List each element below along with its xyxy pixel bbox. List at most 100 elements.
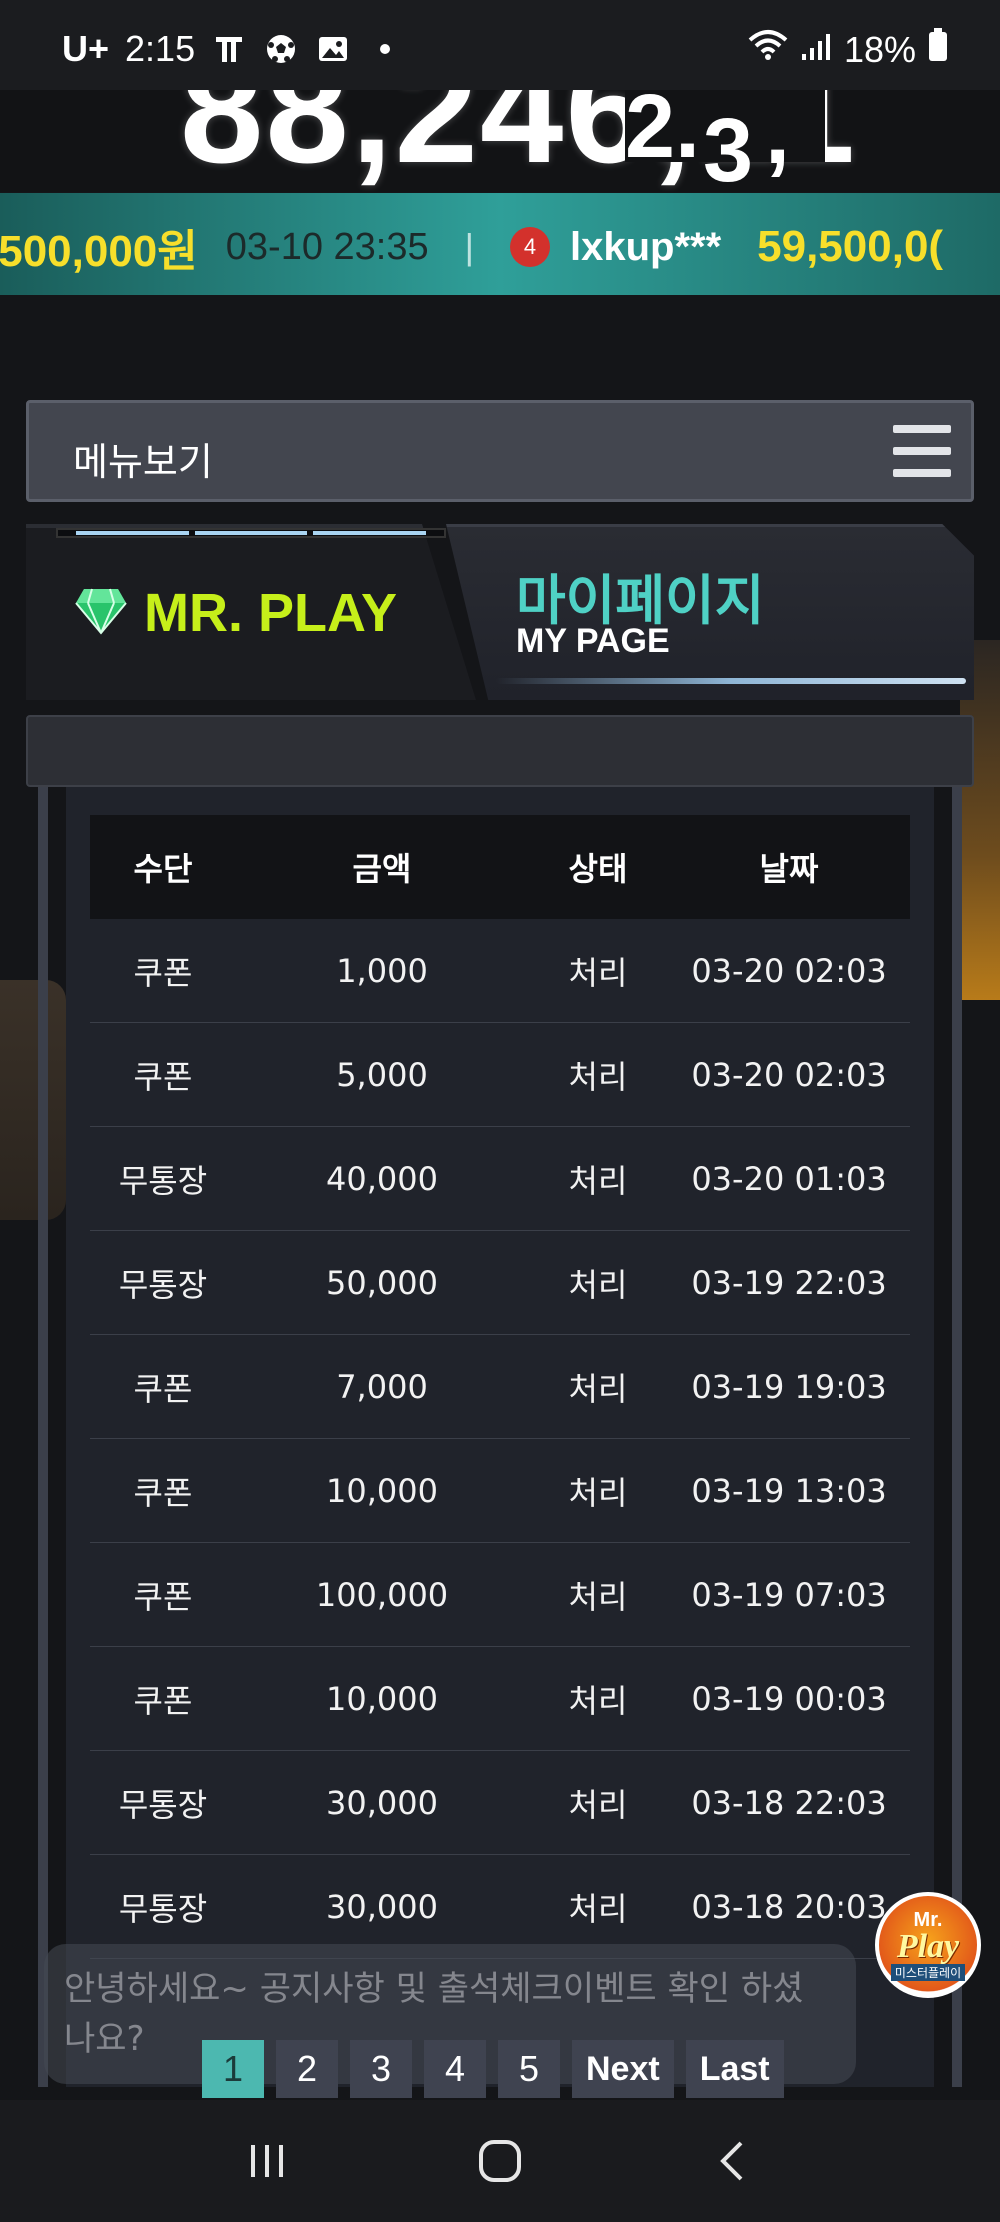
next-page-button[interactable]: Next	[572, 2040, 674, 2098]
table-row: 쿠폰 100,000 처리 03-19 07:03	[90, 1543, 910, 1647]
app-screen: U+ 2:15 18% 88,246,11 2. 3 , ,500,000원 0…	[0, 0, 1000, 2222]
light-strip	[56, 528, 446, 538]
table-body: 쿠폰 1,000 처리 03-20 02:03 쿠폰 5,000 처리 03-20 02:03…	[90, 919, 910, 1959]
cell-date: 03-19 13:03	[691, 1471, 887, 1510]
page-button-3[interactable]: 3	[350, 2040, 412, 2098]
frame-rail-right	[952, 787, 962, 2087]
cell-status: 처리	[568, 1681, 628, 1720]
cell-status: 처리	[568, 953, 628, 992]
background-figure	[0, 980, 66, 1220]
table-row: 무통장 50,000 처리 03-19 22:03	[90, 1231, 910, 1335]
brand-name: MR. PLAY	[144, 583, 398, 643]
page-button-2[interactable]: 2	[276, 2040, 338, 2098]
cell-status: 처리	[568, 1577, 628, 1616]
badge-text: 미스터플레이	[890, 1964, 966, 1981]
cell-amount: 5,000	[336, 1055, 428, 1094]
mr-play-floating-button[interactable]: Mr. Play 미스터플레이	[875, 1892, 981, 1998]
table-row: 쿠폰 10,000 처리 03-19 00:03	[90, 1647, 910, 1751]
menu-bar[interactable]: 메뉴보기	[26, 400, 974, 502]
page-header: MR. PLAY 마이페이지 MY PAGE	[26, 518, 974, 700]
soccer-ball-icon	[263, 31, 299, 67]
history-table: 수단 금액 상태 날짜 쿠폰 1,000 처리 03-20 02:03 쿠폰 5,000 처…	[90, 815, 910, 1959]
cell-amount: 7,000	[336, 1367, 428, 1406]
content-frame-top	[26, 715, 974, 787]
cell-status: 처리	[568, 1473, 628, 1512]
menu-label: 메뉴보기	[73, 440, 213, 484]
table-row: 쿠폰 1,000 처리 03-20 02:03	[90, 919, 910, 1023]
cell-date: 03-19 00:03	[691, 1679, 887, 1718]
cell-amount: 40,000	[326, 1159, 438, 1198]
last-page-button[interactable]: Last	[685, 2040, 784, 2098]
cell-date: 03-18 20:03	[691, 1887, 887, 1926]
status-bar: U+ 2:15 18%	[0, 0, 1000, 90]
cell-method: 쿠폰	[133, 1681, 193, 1720]
table-row: 쿠폰 5,000 처리 03-20 02:03	[90, 1023, 910, 1127]
cell-status: 처리	[568, 1369, 628, 1408]
table-row: 무통장 30,000 처리 03-18 22:03	[90, 1751, 910, 1855]
cell-amount: 10,000	[326, 1471, 438, 1510]
badge-text: Play	[896, 1928, 960, 1965]
dot-icon	[367, 31, 403, 67]
ticker-row: ,500,000원 03-10 23:35 | 4 lxkup*** 59,50…	[0, 215, 943, 279]
jackpot-rolling-digits: 2. 3 ,	[625, 82, 825, 192]
column-header-status: 상태	[568, 850, 628, 888]
page-button-1[interactable]: 1	[202, 2040, 264, 2098]
jackpot-digit: 2.	[625, 82, 701, 177]
page-button-5[interactable]: 5	[498, 2040, 560, 2098]
chat-message-line: 안녕하세요~ 공지사항 및 출석체크이벤트 확인 하셨	[64, 1969, 804, 2009]
cell-status: 처리	[568, 1161, 628, 1200]
t-icon	[211, 31, 247, 67]
cell-method: 쿠폰	[133, 1577, 193, 1616]
back-icon[interactable]	[693, 2121, 773, 2201]
cell-status: 처리	[568, 1057, 628, 1096]
cell-amount: 30,000	[326, 1887, 438, 1926]
ticker-date: 03-10 23:35	[225, 225, 429, 268]
frame-rail-left	[38, 787, 48, 2087]
status-right: 18%	[748, 28, 948, 71]
recent-apps-icon[interactable]	[227, 2121, 307, 2201]
winners-ticker: ,500,000원 03-10 23:35 | 4 lxkup*** 59,50…	[0, 193, 1000, 295]
image-icon	[315, 31, 351, 67]
cell-date: 03-19 22:03	[691, 1263, 887, 1302]
cell-method: 쿠폰	[133, 1057, 193, 1096]
system-nav-bar	[0, 2100, 1000, 2222]
carrier-label: U+	[62, 28, 110, 69]
diamond-icon	[74, 587, 128, 639]
ticker-amount: ,500,000원	[0, 227, 198, 276]
cell-status: 처리	[568, 1889, 628, 1928]
hamburger-menu-icon[interactable]	[893, 425, 951, 477]
cell-method: 무통장	[118, 1785, 208, 1824]
cell-amount: 100,000	[315, 1575, 449, 1614]
cell-date: 03-18 22:03	[691, 1783, 887, 1822]
cell-date: 03-20 02:03	[691, 1055, 887, 1094]
table-row: 무통장 40,000 처리 03-20 01:03	[90, 1127, 910, 1231]
page-subtitle: MY PAGE	[516, 622, 670, 660]
pagination: 1 2 3 4 5 Next Last	[202, 2040, 784, 2098]
jackpot-digit: ,	[765, 83, 791, 183]
column-header-method: 수단	[133, 850, 193, 888]
table-row: 쿠폰 10,000 처리 03-19 13:03	[90, 1439, 910, 1543]
cell-status: 처리	[568, 1265, 628, 1304]
column-header-date: 날짜	[759, 850, 819, 888]
clock: 2:15	[125, 28, 196, 69]
cell-method: 쿠폰	[133, 1473, 193, 1512]
table-row: 쿠폰 7,000 처리 03-19 19:03	[90, 1335, 910, 1439]
cell-status: 처리	[568, 1785, 628, 1824]
cell-date: 03-19 07:03	[691, 1575, 887, 1614]
page-button-4[interactable]: 4	[424, 2040, 486, 2098]
cell-amount: 1,000	[336, 951, 428, 990]
title-underline	[496, 678, 966, 684]
cell-method: 쿠폰	[133, 1369, 193, 1408]
ticker-rank-badge: 4	[509, 227, 550, 267]
cell-amount: 50,000	[326, 1263, 438, 1302]
home-icon[interactable]	[460, 2121, 540, 2201]
cell-method: 무통장	[118, 1889, 208, 1928]
brand-logo[interactable]: MR. PLAY	[74, 582, 397, 644]
ticker-separator: |	[464, 226, 474, 267]
cell-method: 쿠폰	[133, 953, 193, 992]
cell-date: 03-20 02:03	[691, 951, 887, 990]
cell-amount: 10,000	[326, 1679, 438, 1718]
signal-icon	[800, 29, 832, 71]
table-header: 수단 금액 상태 날짜	[90, 815, 910, 919]
cell-date: 03-19 19:03	[691, 1367, 887, 1406]
